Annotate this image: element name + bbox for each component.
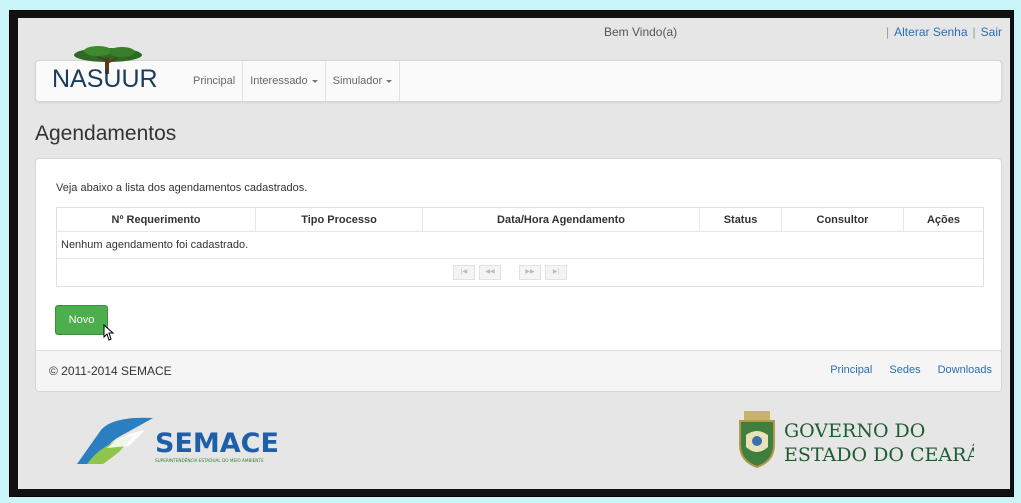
next-page-button[interactable]: ▶▶ [519,265,541,280]
governo-line1: GOVERNO DO [784,420,925,442]
column-header-status[interactable]: Status [699,208,782,232]
nav-item-simulador[interactable]: Simulador [326,61,401,101]
navbar: NASUUR Principal Interessado Simulador [35,46,1002,102]
empty-message: Nenhum agendamento foi cadastrado. [57,231,983,259]
content-panel: Veja abaixo a lista dos agendamentos cad… [35,158,1002,392]
nasuur-logo[interactable]: NASUUR [52,43,162,99]
footer-link-principal[interactable]: Principal [830,364,872,376]
footer-link-downloads[interactable]: Downloads [938,364,992,376]
column-header-data-hora[interactable]: Data/Hora Agendamento [422,208,700,232]
last-page-button[interactable]: ▶| [545,265,567,280]
change-password-link[interactable]: Alterar Senha [894,25,967,39]
logo-text: NASUUR [52,65,158,93]
chevron-down-icon [311,79,318,83]
nav-item-label: Principal [193,75,236,87]
top-bar: Bem Vindo(a) | Alterar Senha | Sair [18,18,1010,40]
first-page-button[interactable]: |◀ [453,265,475,280]
column-header-requerimento[interactable]: Nº Requerimento [57,208,256,232]
logout-link[interactable]: Sair [981,25,1002,39]
semace-logo-text: SEMACE [155,428,279,459]
semace-logo[interactable]: SEMACE SUPERINTENDÊNCIA ESTADUAL DO MEIO… [73,412,293,469]
column-header-acoes[interactable]: Ações [903,208,983,232]
mouse-cursor-icon [103,324,115,341]
table-header-row: Nº Requerimento Tipo Processo Data/Hora … [57,208,983,232]
column-header-tipo-processo[interactable]: Tipo Processo [255,208,423,232]
chevron-down-icon [386,79,393,83]
footer-link-sedes[interactable]: Sedes [889,364,920,376]
appointments-table: Nº Requerimento Tipo Processo Data/Hora … [56,207,984,287]
nav-item-interessado[interactable]: Interessado [243,61,326,101]
nav-item-principal[interactable]: Principal [186,61,244,101]
prev-page-button[interactable]: ◀◀ [479,265,501,280]
governo-line2: ESTADO DO CEARÁ [784,443,974,466]
governo-ceara-logo[interactable]: GOVERNO DO ESTADO DO CEARÁ [734,407,974,469]
main-nav: Principal Interessado Simulador [186,61,401,101]
nav-item-label: Simulador [332,75,383,87]
footer-links: Principal Sedes Downloads [830,364,992,376]
copyright-text: © 2011-2014 SEMACE [49,364,172,378]
semace-logo-subtitle: SUPERINTENDÊNCIA ESTADUAL DO MEIO AMBIEN… [155,458,264,463]
table-row: Nenhum agendamento foi cadastrado. [57,231,983,259]
welcome-text: Bem Vindo(a) [604,25,678,39]
page-title: Agendamentos [35,122,177,145]
nav-item-label: Interessado [250,75,308,87]
pagination: |◀ ◀◀ ▶▶ ▶| [453,265,567,280]
account-links: | Alterar Senha | Sair [886,25,1002,39]
intro-text: Veja abaixo a lista dos agendamentos cad… [56,182,308,194]
browser-viewport: Bem Vindo(a) | Alterar Senha | Sair NASUUR … [18,18,1010,489]
panel-footer: © 2011-2014 SEMACE Principal Sedes Downl… [36,350,1001,391]
column-header-consultor[interactable]: Consultor [781,208,904,232]
